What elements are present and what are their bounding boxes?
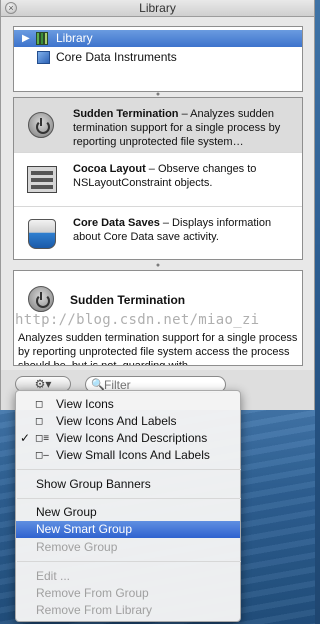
cube-icon — [37, 51, 50, 64]
checkmark-icon: ✓ — [20, 431, 31, 445]
menu-item-new-smart-group[interactable]: New Smart Group — [16, 521, 240, 538]
tree-item-core-data-instruments[interactable]: Core Data Instruments — [14, 49, 302, 66]
list-item-core-data-saves[interactable]: Core Data Saves – Displays information a… — [14, 207, 302, 259]
instrument-description: Cocoa Layout – Observe changes to NSLayo… — [73, 163, 257, 189]
tree-item-label: Library — [56, 31, 93, 45]
view-icons-descriptions-icon: ◻≡ — [35, 433, 50, 444]
core-data-icon — [28, 219, 56, 249]
menu-item-remove-from-group: Remove From Group — [36, 586, 149, 600]
detail-description: Analyzes sudden termination support for … — [18, 332, 298, 366]
menu-item-show-group-banners[interactable]: Show Group Banners — [16, 476, 240, 493]
list-item-sudden-termination[interactable]: Sudden Termination – Analyzes sudden ter… — [14, 98, 302, 153]
window-title: Library — [139, 1, 176, 15]
menu-separator — [17, 498, 241, 499]
detail-title: Sudden Termination — [70, 293, 186, 307]
view-icons-icon: ◻ — [35, 399, 44, 410]
title-bar: × Library — [1, 0, 314, 17]
tree-item-label: Core Data Instruments — [56, 50, 177, 64]
library-window: × Library ▶ Library Core Data Instrument… — [0, 0, 315, 410]
instrument-description: Sudden Termination – Analyzes sudden ter… — [73, 108, 281, 148]
menu-item-edit: Edit ... — [36, 569, 71, 583]
menu-separator — [17, 469, 241, 470]
menu-item-view-icons-and-descriptions[interactable]: ✓ ◻≡ View Icons And Descriptions — [16, 430, 240, 447]
close-button[interactable]: × — [5, 2, 17, 14]
menu-item-remove-from-library: Remove From Library — [36, 603, 153, 617]
menu-item-remove-group: Remove Group — [36, 540, 118, 554]
menu-item-new-group[interactable]: New Group — [16, 504, 240, 521]
layout-icon — [27, 166, 57, 193]
gauge-icon — [28, 112, 54, 138]
tree-item-library[interactable]: ▶ Library — [14, 30, 302, 47]
list-item-cocoa-layout[interactable]: Cocoa Layout – Observe changes to NSLayo… — [14, 153, 302, 207]
instrument-description: Core Data Saves – Displays information a… — [73, 217, 272, 243]
books-icon — [36, 32, 50, 45]
menu-item-view-icons-and-labels[interactable]: ◻ View Icons And Labels — [16, 413, 240, 430]
split-handle[interactable]: ● — [155, 262, 161, 269]
menu-item-view-small-icons-and-labels[interactable]: ◻– View Small Icons And Labels — [16, 447, 240, 464]
action-menu: ◻ View Icons ◻ View Icons And Labels ✓ ◻… — [15, 390, 241, 622]
view-small-icons-icon: ◻– — [35, 450, 49, 461]
menu-item-view-icons[interactable]: ◻ View Icons — [16, 396, 240, 413]
view-icons-labels-icon: ◻ — [35, 416, 44, 427]
detail-pane: Sudden Termination Analyzes sudden termi… — [13, 270, 303, 366]
instrument-list: Sudden Termination – Analyzes sudden ter… — [13, 97, 303, 260]
library-tree: ▶ Library Core Data Instruments — [13, 26, 303, 92]
gauge-icon — [28, 286, 54, 312]
menu-separator — [17, 561, 241, 562]
disclosure-triangle-icon[interactable]: ▶ — [22, 30, 30, 47]
